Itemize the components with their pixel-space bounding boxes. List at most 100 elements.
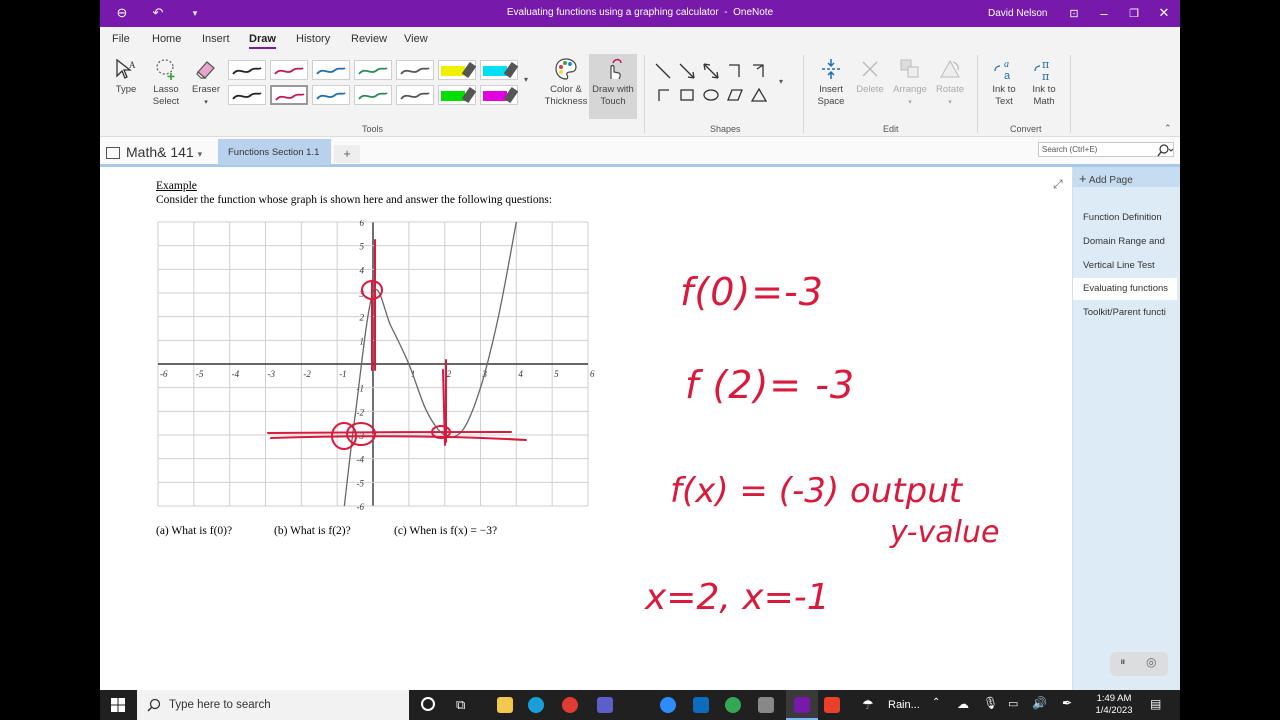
- teams-icon[interactable]: [597, 697, 613, 713]
- tab-home[interactable]: Home: [152, 33, 181, 45]
- axis-shape-icon[interactable]: [725, 61, 745, 81]
- ink-line-f2: f (2)= -3: [685, 363, 856, 407]
- tab-review[interactable]: Review: [351, 33, 387, 45]
- highlighter-swatch[interactable]: [480, 85, 519, 105]
- windows-start-icon[interactable]: [111, 698, 125, 712]
- insert-space-button[interactable]: Insert Space: [812, 57, 850, 108]
- windows-taskbar: Type here to search ⧉ ☂ Rain... ⌃ ☁ 🎙 ▭ …: [100, 690, 1180, 720]
- tab-file[interactable]: File: [112, 33, 130, 45]
- user-name[interactable]: David Nelson: [988, 8, 1047, 19]
- pen-swatch[interactable]: [354, 85, 392, 105]
- axis2-shape-icon[interactable]: [749, 61, 769, 81]
- arrange-button[interactable]: Arrange ▾: [890, 57, 930, 109]
- minimize-icon[interactable]: –: [1094, 4, 1114, 22]
- page-item-vertical-line-test[interactable]: Vertical Line Test: [1083, 260, 1179, 271]
- pause-icon[interactable]: ⏸: [1120, 656, 1126, 669]
- y-tick-label: -4: [357, 455, 365, 465]
- page-item-domain-range[interactable]: Domain Range and: [1083, 236, 1179, 247]
- weather-icon[interactable]: ☂: [862, 697, 874, 713]
- app-red-icon[interactable]: [562, 697, 578, 713]
- add-page-button[interactable]: + Add Page: [1073, 167, 1180, 187]
- page-item-function-definition[interactable]: Function Definition: [1083, 212, 1179, 223]
- outlook-icon[interactable]: [693, 697, 709, 713]
- chrome-icon[interactable]: [725, 697, 741, 713]
- onedrive-icon[interactable]: ☁: [957, 697, 969, 711]
- section-tab[interactable]: Functions Section 1.1: [218, 139, 331, 165]
- show-hidden-icons[interactable]: ⌃: [932, 697, 940, 708]
- close-icon[interactable]: ✕: [1154, 4, 1174, 22]
- pen-gallery-more-icon[interactable]: ▾: [524, 75, 528, 84]
- rotate-button[interactable]: Rotate ▾: [930, 57, 970, 109]
- draw-ribbon: A Type Lasso Select Eraser ▾ ▾ Color & T…: [100, 51, 1180, 137]
- pen-swatch[interactable]: [312, 60, 350, 80]
- pen-swatch-selected[interactable]: [270, 85, 308, 105]
- pen-swatch[interactable]: [270, 60, 308, 80]
- ink-to-text-button[interactable]: aa Ink to Text: [986, 57, 1022, 108]
- screencast-icon[interactable]: [824, 697, 840, 713]
- task-view-icon[interactable]: ⧉: [456, 697, 465, 713]
- pen-swatch[interactable]: [228, 85, 266, 105]
- taskbar-search-input[interactable]: Type here to search: [137, 690, 409, 720]
- microphone-icon[interactable]: 🎙: [983, 696, 998, 710]
- volume-icon[interactable]: 🔊: [1032, 696, 1047, 710]
- record-icon[interactable]: ◎: [1146, 655, 1156, 669]
- x-tick-label: -5: [196, 369, 204, 379]
- app-window-icon[interactable]: [758, 697, 774, 713]
- ribbon-display-icon[interactable]: ⊡: [1064, 4, 1084, 22]
- notebook-toggle-icon[interactable]: [106, 147, 120, 159]
- add-section-button[interactable]: +: [334, 145, 360, 163]
- eraser-button[interactable]: Eraser ▾: [190, 57, 222, 109]
- page-item-evaluating-functions[interactable]: Evaluating functions: [1073, 278, 1177, 300]
- parallelogram-shape-icon[interactable]: [725, 85, 745, 105]
- search-icon[interactable]: [1157, 143, 1173, 157]
- triangle-shape-icon[interactable]: [749, 85, 769, 105]
- rectangle-shape-icon[interactable]: [677, 85, 697, 105]
- highlighter-swatch[interactable]: [438, 60, 477, 80]
- corner-shape-icon[interactable]: [653, 85, 673, 105]
- delete-x-icon: [862, 61, 878, 77]
- notifications-icon[interactable]: ▤: [1150, 697, 1161, 711]
- search-input[interactable]: Search (Ctrl+E): [1038, 142, 1174, 157]
- expand-page-icon[interactable]: ⤢: [1053, 177, 1063, 192]
- page-item-toolkit[interactable]: Toolkit/Parent functi: [1083, 307, 1179, 318]
- ellipse-shape-icon[interactable]: [701, 85, 721, 105]
- pen-icon[interactable]: ✒: [1062, 696, 1072, 710]
- pen-swatch[interactable]: [354, 60, 392, 80]
- maximize-icon[interactable]: ❐: [1124, 4, 1144, 22]
- clock[interactable]: 1:49 AM 1/4/2023: [1092, 693, 1136, 717]
- tab-history[interactable]: History: [296, 33, 330, 45]
- tab-view[interactable]: View: [404, 33, 428, 45]
- double-arrow-shape-icon[interactable]: [701, 61, 721, 81]
- collapse-ribbon-icon[interactable]: ⌃: [1164, 123, 1172, 134]
- shapes-more-icon[interactable]: ▾: [779, 77, 783, 86]
- pen-swatch[interactable]: [396, 85, 434, 105]
- lasso-select-button[interactable]: Lasso Select: [150, 57, 182, 108]
- highlighter-swatch[interactable]: [480, 60, 519, 80]
- cortana-icon[interactable]: [421, 697, 435, 711]
- highlighter-swatch[interactable]: [438, 85, 477, 105]
- line-shape-icon[interactable]: [653, 61, 673, 81]
- draw-with-touch-button[interactable]: Draw with Touch: [589, 54, 637, 119]
- pen-swatch[interactable]: [228, 60, 266, 80]
- ink-to-math-icon: ππ: [1034, 58, 1049, 81]
- zoom-icon[interactable]: [660, 697, 676, 713]
- pen-swatch[interactable]: [396, 60, 434, 80]
- pen-swatch[interactable]: [312, 85, 350, 105]
- note-canvas[interactable]: Example Consider the function whose grap…: [100, 167, 1072, 690]
- tab-draw[interactable]: Draw: [249, 33, 276, 49]
- battery-icon[interactable]: ▭: [1008, 697, 1018, 710]
- edge-icon[interactable]: [528, 697, 544, 713]
- notebook-name[interactable]: Math& 141 ▾: [126, 144, 202, 160]
- svg-text:a: a: [1004, 70, 1011, 81]
- delete-button[interactable]: Delete: [852, 57, 888, 96]
- arrow-shape-icon[interactable]: [677, 61, 697, 81]
- weather-text[interactable]: Rain...: [888, 699, 920, 711]
- type-button[interactable]: A Type: [112, 57, 140, 96]
- ink-to-math-button[interactable]: ππ Ink to Math: [1026, 57, 1062, 108]
- color-thickness-button[interactable]: Color & Thickness: [544, 57, 588, 108]
- palette-icon: [555, 58, 577, 80]
- file-explorer-icon[interactable]: [497, 697, 513, 713]
- tab-insert[interactable]: Insert: [202, 33, 230, 45]
- onenote-icon[interactable]: [794, 697, 810, 713]
- playback-controls[interactable]: ⏸ ◎: [1110, 652, 1168, 676]
